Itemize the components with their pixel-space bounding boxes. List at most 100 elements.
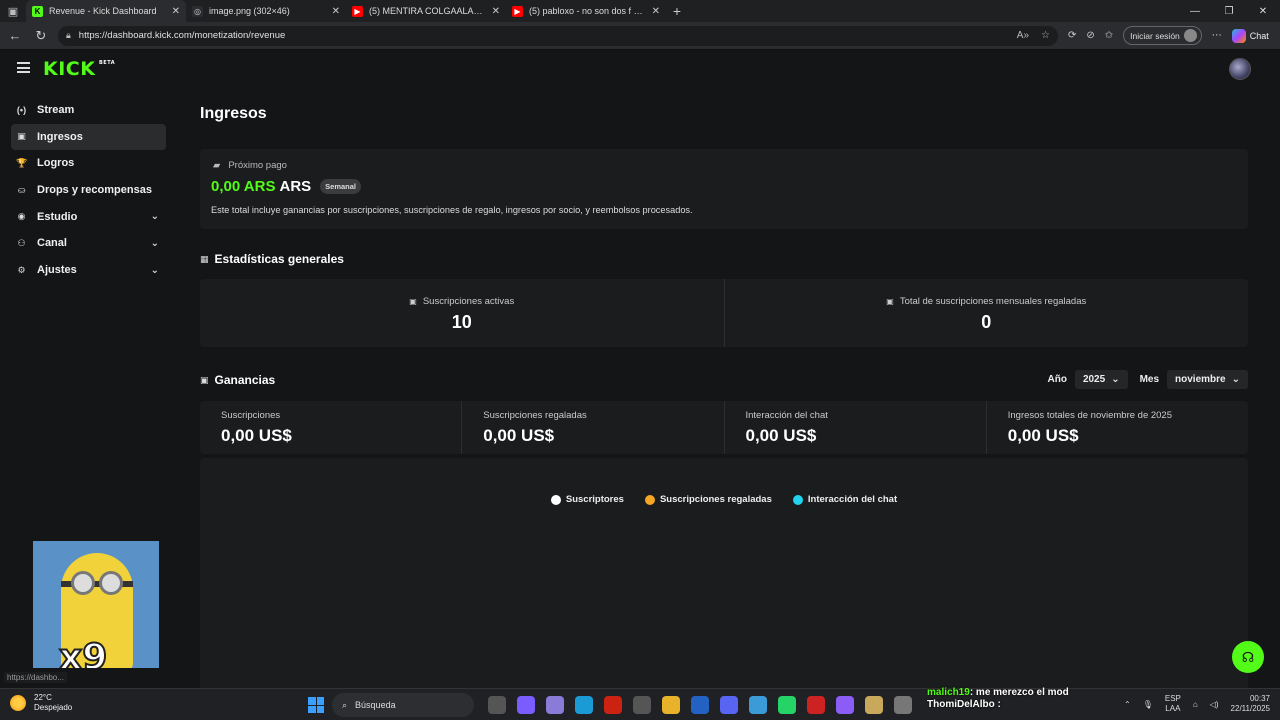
new-tab-button[interactable]: + xyxy=(666,3,688,19)
edge-icon[interactable] xyxy=(575,696,593,714)
hamburger-menu-icon[interactable] xyxy=(17,62,30,73)
copilot-app-icon[interactable] xyxy=(517,696,535,714)
read-aloud-icon[interactable]: A» xyxy=(1017,30,1029,41)
favorites-icon[interactable]: ✩ xyxy=(1105,30,1113,41)
close-tab-icon[interactable]: ✕ xyxy=(652,6,660,17)
chat-username: ThomiDelAlbo xyxy=(927,699,995,710)
sidebar-item-logros[interactable]: 🏆 Logros xyxy=(11,150,166,176)
browser-toolbar: ⟳ ⊘ ✩ Iniciar sesión ⋯ Chat xyxy=(1068,26,1269,45)
payout-currency: ARS xyxy=(279,178,312,195)
chevron-up-icon[interactable]: ⌃ xyxy=(1124,700,1131,709)
word-icon[interactable] xyxy=(691,696,709,714)
close-window-icon[interactable]: ✕ xyxy=(1246,6,1280,17)
minimize-icon[interactable]: — xyxy=(1178,6,1212,17)
sidebar-item-label: Stream xyxy=(37,104,75,116)
windows-start-icon[interactable] xyxy=(308,697,324,713)
refresh-icon[interactable]: ↻ xyxy=(30,28,52,44)
legend-label: Suscriptores xyxy=(565,494,624,505)
close-tab-icon[interactable]: ✕ xyxy=(172,6,180,17)
user-avatar[interactable] xyxy=(1229,58,1251,80)
year-select[interactable]: 2025 ⌄ xyxy=(1074,370,1128,389)
earnings-filters: Año 2025 ⌄ Mes noviembre ⌄ xyxy=(1047,370,1248,389)
legend-item-subscribers[interactable]: Suscriptores xyxy=(550,494,624,505)
date: 22/11/2025 xyxy=(1230,704,1270,713)
language-indicator[interactable]: ESP LAA xyxy=(1165,694,1181,714)
earnings-chart-card: Suscriptores Suscripciones regaladas Int… xyxy=(200,458,1248,698)
tab-youtube-1[interactable]: ▶ (5) MENTIRA COLGAALAAA - You ✕ xyxy=(346,0,506,22)
tab-actions-icon[interactable]: ▣ xyxy=(0,0,26,22)
chevron-down-icon[interactable]: ⌄ xyxy=(151,265,159,276)
stat-active-subs: ▣ Suscripciones activas 10 xyxy=(200,279,724,347)
microphone-icon[interactable]: 🎙︎ xyxy=(1143,700,1153,709)
weather-widget[interactable]: 22°C Despejado xyxy=(10,693,72,713)
close-tab-icon[interactable]: ✕ xyxy=(332,6,340,17)
month-select[interactable]: noviembre ⌄ xyxy=(1167,370,1248,389)
more-menu-icon[interactable]: ⋯ xyxy=(1212,30,1222,41)
profile-avatar-icon xyxy=(1183,29,1197,42)
earning-value: 0,00 US$ xyxy=(483,426,555,445)
pen-app-icon[interactable] xyxy=(546,696,564,714)
extensions-icon[interactable]: ⟳ xyxy=(1068,30,1076,41)
minion-overlay-image: x9 xyxy=(33,541,159,668)
purple-app-icon[interactable] xyxy=(836,696,854,714)
tab-kick-revenue[interactable]: K Revenue - Kick Dashboard ✕ xyxy=(26,0,186,22)
signin-label: Iniciar sesión xyxy=(1130,30,1180,41)
site-info-icon[interactable]: 🔒︎ xyxy=(66,30,71,41)
sidebar-item-label: Canal xyxy=(37,237,67,250)
earnings-icon: ▣ xyxy=(200,374,209,385)
restore-icon[interactable]: ❐ xyxy=(1212,6,1246,17)
copilot-chat-button[interactable]: Chat xyxy=(1231,28,1269,43)
payout-description: Este total incluye ganancias por suscrip… xyxy=(211,205,693,215)
back-icon[interactable]: ← xyxy=(4,28,26,43)
kick-logo[interactable]: KICK BETA xyxy=(43,58,115,80)
sidebar-item-ajustes[interactable]: ⚙ Ajustes ⌄ xyxy=(11,257,166,283)
globe-icon: ◎ xyxy=(192,5,203,17)
payout-amount: 0,00 ARS xyxy=(211,178,276,195)
support-chat-icon[interactable]: ☊ xyxy=(1232,641,1264,673)
youtube-icon: ▶ xyxy=(512,5,523,17)
earning-value: 0,00 US$ xyxy=(745,426,817,445)
url-field[interactable]: 🔒︎ https://dashboard.kick.com/monetizati… xyxy=(58,25,1058,46)
discord-icon[interactable] xyxy=(720,696,738,714)
sidebar-item-drops[interactable]: ⛀ Drops y recompensas xyxy=(11,177,166,203)
legend-dot xyxy=(644,494,655,505)
chevron-down-icon[interactable]: ⌄ xyxy=(151,238,159,249)
tab-youtube-2[interactable]: ▶ (5) pabloxo - no son dos f son cl ✕ xyxy=(506,0,666,22)
task-view-icon[interactable] xyxy=(488,696,506,714)
next-payout-card: ▰ Próximo pago 0,00 ARS ARS Semanal Este… xyxy=(200,149,1248,229)
sidebar-item-label: Ingresos xyxy=(37,130,83,143)
snipping-icon[interactable] xyxy=(894,696,912,714)
red-app-icon[interactable] xyxy=(807,696,825,714)
network-icon[interactable]: ⌂ xyxy=(1193,700,1198,709)
earning-label: Interacción del chat xyxy=(745,410,828,421)
tab-image[interactable]: ◎ image.png (302×46) ✕ xyxy=(186,0,346,22)
sidebar-item-stream[interactable]: (•) Stream xyxy=(11,97,166,123)
legend-item-gifted[interactable]: Suscripciones regaladas xyxy=(644,494,772,505)
sidebar-item-ingresos[interactable]: ▣ Ingresos xyxy=(11,123,166,150)
earning-total: Ingresos totales de noviembre de 2025 0,… xyxy=(985,401,1248,454)
favorite-star-icon[interactable]: ☆ xyxy=(1041,30,1050,41)
sidebar-item-canal[interactable]: ⚇ Canal ⌄ xyxy=(11,230,166,256)
signin-button[interactable]: Iniciar sesión xyxy=(1123,26,1202,45)
league-icon[interactable] xyxy=(865,696,883,714)
sidebar-item-estudio[interactable]: ◉ Estudio ⌄ xyxy=(11,204,166,230)
chevron-down-icon[interactable]: ⌄ xyxy=(151,211,159,222)
url-tools: A» ☆ xyxy=(1017,30,1050,41)
earning-label: Ingresos totales de noviembre de 2025 xyxy=(1007,410,1172,421)
volume-icon[interactable]: ◁) xyxy=(1210,700,1219,709)
close-tab-icon[interactable]: ✕ xyxy=(492,6,500,17)
minion-goggle-left xyxy=(71,571,95,595)
ccleaner-icon[interactable] xyxy=(749,696,767,714)
tab-title: Revenue - Kick Dashboard xyxy=(49,6,157,16)
taskbar-search[interactable]: ⌕ Búsqueda xyxy=(332,693,474,717)
opera-icon[interactable] xyxy=(604,696,622,714)
whatsapp-icon[interactable] xyxy=(778,696,796,714)
kick-dashboard-page: KICK BETA (•) Stream ▣ Ingresos 🏆 Logros… xyxy=(0,51,1280,698)
legend-item-chat[interactable]: Interacción del chat xyxy=(792,494,897,505)
store-icon[interactable] xyxy=(633,696,651,714)
file-explorer-icon[interactable] xyxy=(662,696,680,714)
split-screen-icon[interactable]: ⊘ xyxy=(1086,30,1094,41)
clock[interactable]: 00:37 22/11/2025 xyxy=(1231,694,1270,714)
year-value: 2025 xyxy=(1082,374,1106,385)
wallet-icon: ▰ xyxy=(213,160,221,171)
